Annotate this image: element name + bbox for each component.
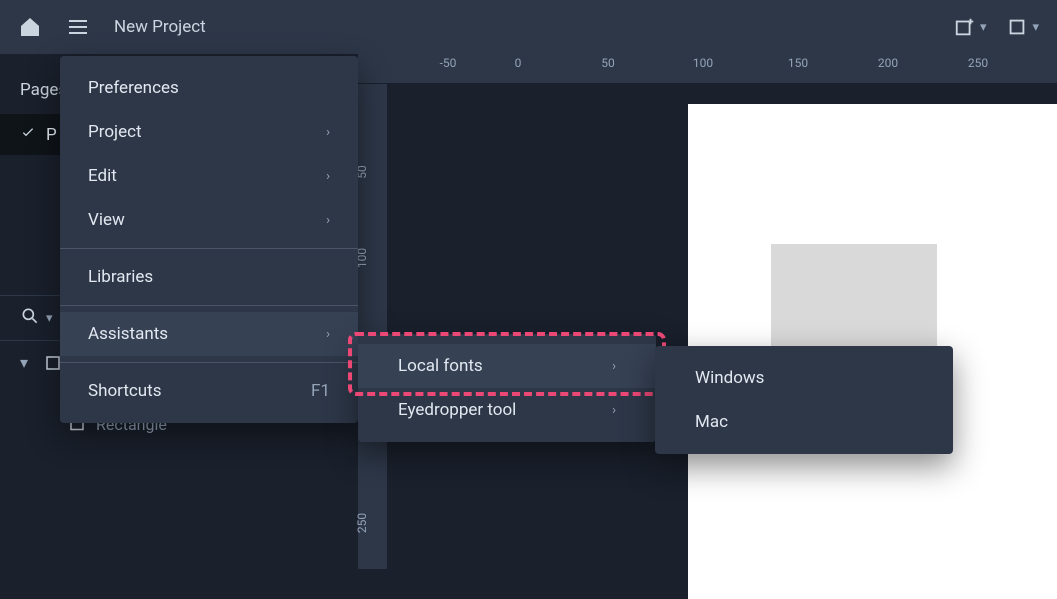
artboard-tool-button[interactable]: ▾ bbox=[1006, 16, 1039, 38]
ruler-tick: 200 bbox=[878, 56, 898, 70]
check-icon bbox=[20, 124, 36, 145]
shortcut-key: F1 bbox=[311, 381, 330, 401]
add-artboard-button[interactable]: ▾ bbox=[954, 16, 987, 38]
menu-separator bbox=[60, 305, 358, 306]
chevron-right-icon: › bbox=[326, 125, 330, 140]
menu-label: Libraries bbox=[88, 267, 153, 287]
menu-item-preferences[interactable]: Preferences bbox=[60, 66, 358, 110]
project-title: New Project bbox=[114, 17, 206, 37]
canvas-area[interactable]: -50 0 50 100 150 200 250 50 100 250 bbox=[358, 54, 1057, 569]
menu-item-edit[interactable]: Edit › bbox=[60, 154, 358, 198]
chevron-right-icon: › bbox=[612, 403, 616, 418]
ruler-tick: 250 bbox=[968, 56, 988, 70]
menu-item-project[interactable]: Project › bbox=[60, 110, 358, 154]
menu-item-eyedropper[interactable]: Eyedropper tool › bbox=[358, 388, 656, 432]
menu-item-view[interactable]: View › bbox=[60, 198, 358, 242]
search-icon[interactable] bbox=[20, 306, 40, 330]
menu-label: Assistants bbox=[88, 324, 168, 344]
page-name: P bbox=[46, 125, 57, 145]
chevron-down-icon[interactable]: ▾ bbox=[46, 311, 53, 326]
hamburger-menu-icon[interactable] bbox=[66, 15, 90, 39]
menu-label: View bbox=[88, 210, 125, 230]
menu-item-shortcuts[interactable]: Shortcuts F1 bbox=[60, 369, 358, 413]
expand-caret-icon[interactable]: ▾ bbox=[20, 353, 34, 372]
ruler-tick: 150 bbox=[788, 56, 808, 70]
ruler-tick: 50 bbox=[601, 56, 615, 70]
ruler-tick: 250 bbox=[355, 505, 369, 529]
menu-separator bbox=[60, 362, 358, 363]
chevron-right-icon: › bbox=[326, 327, 330, 342]
submenu-localfonts: Windows Mac bbox=[655, 346, 953, 454]
menu-label: Windows bbox=[695, 368, 764, 388]
main-menu: Preferences Project › Edit › View › Libr… bbox=[60, 56, 358, 423]
rectangle-shape[interactable] bbox=[771, 244, 937, 350]
ruler-vertical: 50 100 250 bbox=[358, 84, 388, 569]
menu-item-mac[interactable]: Mac bbox=[655, 400, 953, 444]
home-icon[interactable] bbox=[18, 15, 42, 39]
ruler-tick: 0 bbox=[515, 56, 522, 70]
topbar-left: New Project bbox=[18, 15, 206, 39]
chevron-down-icon: ▾ bbox=[980, 20, 987, 35]
menu-label: Local fonts bbox=[398, 356, 483, 376]
menu-item-assistants[interactable]: Assistants › bbox=[60, 312, 358, 356]
menu-label: Preferences bbox=[88, 78, 179, 98]
submenu-assistants: Local fonts › Eyedropper tool › bbox=[358, 334, 656, 442]
menu-item-libraries[interactable]: Libraries bbox=[60, 255, 358, 299]
menu-label: Project bbox=[88, 122, 142, 142]
chevron-right-icon: › bbox=[612, 359, 616, 374]
topbar-right: ▾ ▾ bbox=[954, 16, 1039, 38]
menu-label: Eyedropper tool bbox=[398, 400, 516, 420]
ruler-tick: 100 bbox=[693, 56, 713, 70]
ruler-horizontal: -50 0 50 100 150 200 250 bbox=[358, 54, 1057, 84]
chevron-down-icon: ▾ bbox=[1032, 20, 1039, 35]
ruler-tick: -50 bbox=[440, 56, 457, 70]
menu-label: Mac bbox=[695, 412, 728, 432]
chevron-right-icon: › bbox=[326, 213, 330, 228]
canvas-inner[interactable] bbox=[388, 84, 1057, 569]
chevron-right-icon: › bbox=[326, 169, 330, 184]
menu-label: Edit bbox=[88, 166, 117, 186]
topbar: New Project ▾ ▾ bbox=[0, 0, 1057, 54]
menu-item-windows[interactable]: Windows bbox=[655, 356, 953, 400]
menu-separator bbox=[60, 248, 358, 249]
menu-item-local-fonts[interactable]: Local fonts › bbox=[358, 344, 656, 388]
menu-label: Shortcuts bbox=[88, 381, 162, 401]
